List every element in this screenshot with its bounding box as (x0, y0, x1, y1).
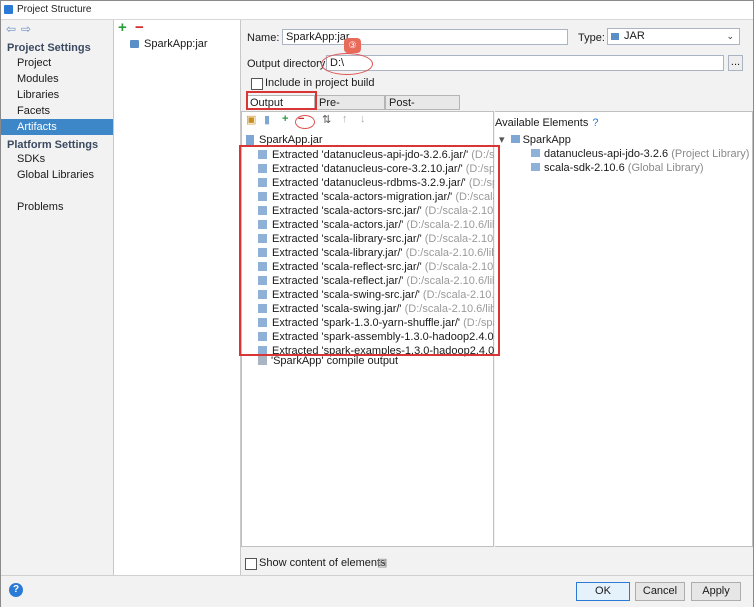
available-library-item[interactable]: scala-sdk-2.10.6 (Global Library) (531, 161, 704, 175)
name-field[interactable]: SparkApp:jar (282, 29, 568, 45)
ok-button[interactable]: OK (576, 582, 630, 601)
library-icon (531, 163, 540, 171)
jar-icon (611, 33, 619, 40)
sidebar-item-modules[interactable]: Modules (1, 71, 113, 87)
library-icon (531, 149, 540, 157)
type-select-value: JAR (624, 30, 645, 42)
back-forward-arrows-icon[interactable]: ⇦⇨ (6, 22, 36, 36)
available-library-name: datanucleus-api-jdo-3.2.6 (544, 148, 669, 160)
help-button[interactable]: ? (9, 583, 23, 597)
add-element-icon[interactable]: + (282, 113, 288, 125)
compile-output-label: 'SparkApp' compile output (271, 355, 399, 367)
name-label: Name: (247, 32, 280, 44)
artifact-icon (130, 40, 139, 48)
output-layout-toolbar: ▣ ▮ + − ⇅ ↑ ↓ (242, 112, 494, 130)
include-in-build-label: Include in project build (265, 77, 375, 89)
sidebar-item-sdks[interactable]: SDKs (1, 151, 113, 167)
project-structure-window: Project Structure ⇦⇨ Project Settings Pr… (0, 0, 754, 607)
project-settings-header: Project Settings (7, 42, 91, 54)
help-icon[interactable]: ? (592, 117, 598, 129)
annotation-remove-circle (295, 115, 315, 129)
sidebar-item-problems[interactable]: Problems (1, 199, 113, 215)
dialog-button-bar: ? OK Cancel Apply (1, 575, 753, 607)
jar-file-icon (246, 135, 254, 145)
available-elements-header: Available Elements? (495, 117, 598, 129)
add-artifact-icon[interactable]: + (118, 19, 127, 36)
include-in-build-checkbox[interactable] (251, 78, 263, 90)
sidebar-item-artifacts[interactable]: Artifacts (1, 119, 113, 135)
output-directory-label: Output directory: (247, 58, 329, 70)
move-down-icon[interactable]: ↓ (360, 113, 366, 125)
sidebar-item-facets[interactable]: Facets (1, 103, 113, 119)
chevron-down-icon: ⌄ (726, 31, 734, 41)
apply-button[interactable]: Apply (691, 582, 741, 601)
sidebar-item-libraries[interactable]: Libraries (1, 87, 113, 103)
available-elements-title: Available Elements (495, 117, 589, 129)
artifacts-list-panel: + − SparkApp:jar (114, 19, 241, 575)
output-directory-field[interactable]: D:\ (326, 55, 724, 71)
options-icon[interactable]: ▤ (377, 556, 387, 569)
app-icon (4, 5, 13, 14)
type-select[interactable]: JAR ⌄ (607, 28, 740, 45)
annotation-step-badge: ③ (344, 38, 361, 53)
window-title: Project Structure (17, 4, 92, 15)
type-label: Type: (578, 32, 605, 44)
available-library-note: (Project Library) (671, 148, 750, 160)
available-library-item[interactable]: datanucleus-api-jdo-3.2.6 (Project Libra… (531, 147, 749, 161)
artifacts-toolbar: + − (114, 19, 240, 36)
available-library-note: (Global Library) (627, 162, 704, 174)
annotation-output-layout-box (246, 91, 317, 110)
create-archive-icon[interactable]: ▮ (264, 113, 270, 126)
show-content-label: Show content of elements (259, 557, 386, 569)
available-root-label: SparkApp (522, 134, 571, 146)
module-output-icon (258, 356, 267, 365)
platform-settings-header: Platform Settings (7, 139, 99, 151)
sort-elements-icon[interactable]: ⇅ (322, 113, 331, 126)
available-library-name: scala-sdk-2.10.6 (544, 162, 625, 174)
compile-output-item[interactable]: 'SparkApp' compile output (258, 354, 398, 368)
settings-sidebar: ⇦⇨ Project Settings Project Modules Libr… (1, 20, 114, 575)
browse-button[interactable]: ... (728, 55, 743, 71)
annotation-output-dir-circle (321, 53, 373, 75)
show-content-checkbox[interactable] (245, 558, 257, 570)
cancel-button[interactable]: Cancel (635, 582, 685, 601)
sidebar-item-project[interactable]: Project (1, 55, 113, 71)
module-icon (510, 135, 520, 143)
title-bar: Project Structure (1, 1, 753, 20)
annotation-entries-box (239, 145, 500, 356)
artifact-item[interactable]: SparkApp:jar (128, 37, 212, 51)
tab-pre-processing[interactable]: Pre-processing (315, 95, 385, 124)
available-root-item[interactable]: ▾ SparkApp (499, 133, 571, 147)
sidebar-item-global-libraries[interactable]: Global Libraries (1, 167, 113, 183)
artifact-item-label: SparkApp:jar (144, 38, 208, 50)
available-elements-panel: Available Elements? ▾ SparkApp datanucle… (495, 111, 753, 547)
tab-post-processing[interactable]: Post-processing (385, 95, 460, 124)
create-directory-icon[interactable]: ▣ (246, 113, 256, 126)
remove-artifact-icon[interactable]: − (135, 19, 144, 36)
move-up-icon[interactable]: ↑ (342, 113, 348, 125)
